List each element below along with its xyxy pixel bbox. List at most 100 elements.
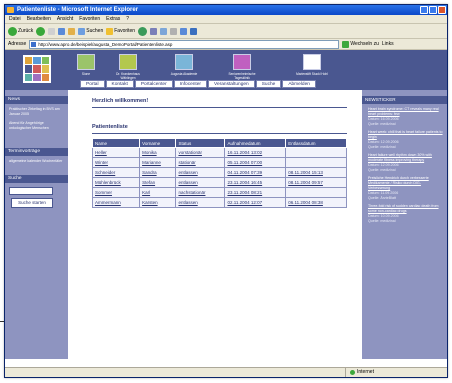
menu-bearbeiten[interactable]: Bearbeiten: [27, 15, 51, 23]
home-icon[interactable]: [68, 27, 76, 35]
cell-vorname[interactable]: Karsten: [139, 197, 177, 208]
partner-link-marienstift[interactable]: Marienstift Stuckl Hohl: [293, 54, 331, 76]
cell-vorname[interactable]: Sandra: [139, 167, 177, 178]
back-button[interactable]: Zurück: [8, 26, 33, 36]
messenger-icon[interactable]: [190, 27, 198, 35]
partner-link-sione[interactable]: Sione: [67, 54, 105, 76]
links-button[interactable]: Links: [382, 41, 394, 47]
nav-abmelden[interactable]: Abmelden: [282, 80, 316, 88]
cell-entlassdatum[interactable]: 08.11.2004 15:13: [285, 167, 347, 178]
cell-name[interactable]: Ammermann: [91, 197, 141, 208]
partner-link-tagesklinik[interactable]: Seniorenheimische Tagesklinik: [223, 54, 261, 80]
sidebar-search-input[interactable]: [9, 187, 53, 195]
menu-extras[interactable]: Extras: [106, 15, 120, 23]
forward-button[interactable]: [36, 26, 46, 36]
divider: [92, 107, 347, 108]
cell-aufnahmedatum[interactable]: 05.11.2004 07:00: [224, 157, 287, 168]
search-icon: [78, 27, 86, 35]
cell-status[interactable]: stationär: [175, 157, 226, 168]
cell-entlassdatum[interactable]: [285, 157, 347, 168]
table-row[interactable]: Schneider Sandra entlassen 04.11.2004 07…: [91, 167, 347, 178]
cell-name[interactable]: Heller: [91, 147, 141, 158]
cell-name[interactable]: Mühlenbrück: [91, 177, 141, 188]
table-row[interactable]: Mühlenbrück Stefan entlassen 23.11.2004 …: [91, 177, 347, 188]
cell-aufnahmedatum[interactable]: 02.11.2004 12:07: [224, 197, 287, 208]
cell-aufnahmedatum[interactable]: 04.11.2004 07:39: [224, 167, 287, 178]
nav-suche[interactable]: Suche: [255, 80, 282, 88]
search-button[interactable]: Suchen: [78, 27, 103, 35]
media-icon[interactable]: [138, 26, 148, 36]
column-header-status[interactable]: Status: [175, 138, 226, 148]
cell-status[interactable]: vorstationär: [175, 147, 226, 158]
cell-name[interactable]: Schneider: [91, 167, 141, 178]
cell-status[interactable]: nachstationär: [175, 187, 226, 198]
news-item[interactable]: Preisliche Hendrich durch verbesserte Me…: [362, 173, 447, 201]
menu-datei[interactable]: Datei: [9, 15, 21, 23]
table-row[interactable]: Sommer Karl nachstationär 23.11.2004 08:…: [91, 187, 347, 198]
site-logo[interactable]: [23, 55, 51, 83]
news-item[interactable]: Heart brain syndrome: CT reveals many re…: [362, 104, 447, 127]
table-row[interactable]: Winter Marianne stationär 05.11.2004 07:…: [91, 157, 347, 168]
mail-icon[interactable]: [160, 27, 168, 35]
news-title[interactable]: Heart brain syndrome: CT reveals many re…: [368, 107, 443, 117]
cell-status[interactable]: entlassen: [175, 197, 226, 208]
cell-vorname[interactable]: Marianne: [139, 157, 177, 168]
nav-veranstaltungen[interactable]: Veranstaltungen: [208, 80, 255, 88]
search-start-button[interactable]: Suche starten: [11, 198, 53, 208]
go-button[interactable]: Wechseln zu: [342, 40, 379, 48]
partner-link-akademie[interactable]: Augusta Akademie: [165, 54, 203, 76]
news-title[interactable]: Preisliche Hendrich durch verbesserte Me…: [368, 176, 443, 191]
news-item[interactable]: Three-fold risk of sudden cardiac death …: [362, 201, 447, 224]
cell-vorname[interactable]: Karl: [139, 187, 177, 198]
partner-link-krankenhaus[interactable]: Dr. Krankenhaus Wählingen: [109, 54, 147, 80]
table-row[interactable]: Heller Monika vorstationär 16.11.2004 13…: [91, 147, 347, 158]
cell-name[interactable]: Sommer: [91, 187, 141, 198]
security-zone: Internet: [345, 368, 374, 377]
menu-help[interactable]: ?: [126, 15, 129, 23]
sidebar-events-item[interactable]: allgemeine kalender Wochentäler: [5, 156, 68, 165]
stop-icon[interactable]: [48, 27, 56, 35]
favorites-button[interactable]: Favoriten: [106, 27, 135, 35]
browser-window: Patientenliste - Microsoft Internet Expl…: [4, 4, 448, 378]
cell-vorname[interactable]: Stefan: [139, 177, 177, 188]
cell-entlassdatum[interactable]: 08.11.2004 09:57: [285, 177, 347, 188]
news-item[interactable]: Heart week: chill that is heart failure …: [362, 127, 447, 150]
table-row[interactable]: Ammermann Karsten entlassen 02.11.2004 1…: [91, 197, 347, 208]
menu-favoriten[interactable]: Favoriten: [79, 15, 100, 23]
nav-kontakt[interactable]: Kontakt: [105, 80, 134, 88]
star-icon: [106, 27, 114, 35]
sidebar-news-item[interactable]: Praktischer Zirkeltag in BVS am Januar 2…: [5, 104, 68, 118]
print-icon[interactable]: [170, 27, 178, 35]
sidebar-news-item[interactable]: Abend für Angehörige onkologischer Mensc…: [5, 118, 68, 132]
cell-entlassdatum[interactable]: [285, 187, 347, 198]
news-title[interactable]: Heart week: chill that is heart failure …: [368, 130, 443, 140]
history-icon[interactable]: [150, 27, 158, 35]
close-button[interactable]: [438, 6, 446, 14]
cell-vorname[interactable]: Monika: [139, 147, 177, 158]
column-header-aufnahmedatum[interactable]: Aufnahmedatum: [224, 138, 287, 148]
nav-portalcenter[interactable]: Portalcenter: [134, 80, 173, 88]
column-header-vorname[interactable]: Vorname: [139, 138, 177, 148]
nav-portal[interactable]: Portal: [80, 80, 105, 88]
minimize-button[interactable]: [420, 6, 428, 14]
edit-icon[interactable]: [180, 27, 188, 35]
news-item[interactable]: Heart failure well rhythm down 30% with …: [362, 150, 447, 173]
cell-entlassdatum[interactable]: [285, 147, 347, 158]
maximize-button[interactable]: [429, 6, 437, 14]
cell-name[interactable]: Winter: [91, 157, 141, 168]
column-header-name[interactable]: Name: [91, 138, 141, 148]
address-input[interactable]: http://www.apro.de/beispiel/augusta_Demo…: [29, 39, 340, 49]
cell-entlassdatum[interactable]: 06.11.2004 08:38: [285, 197, 347, 208]
column-header-entlassdatum[interactable]: Entlassdatum: [285, 138, 347, 148]
news-title[interactable]: Three-fold risk of sudden cardiac death …: [368, 204, 443, 214]
news-title[interactable]: Heart failure well rhythm down 30% with …: [368, 153, 443, 163]
cell-status[interactable]: entlassen: [175, 167, 226, 178]
cell-aufnahmedatum[interactable]: 23.11.2004 08:21: [224, 187, 287, 198]
cell-status[interactable]: entlassen: [175, 177, 226, 188]
status-bar: Internet: [5, 367, 447, 377]
nav-infocenter[interactable]: Infocenter: [173, 80, 208, 88]
refresh-icon[interactable]: [58, 27, 66, 35]
menu-ansicht[interactable]: Ansicht: [57, 15, 73, 23]
cell-aufnahmedatum[interactable]: 23.11.2004 16:45: [224, 177, 287, 188]
cell-aufnahmedatum[interactable]: 16.11.2004 13:02: [224, 147, 287, 158]
